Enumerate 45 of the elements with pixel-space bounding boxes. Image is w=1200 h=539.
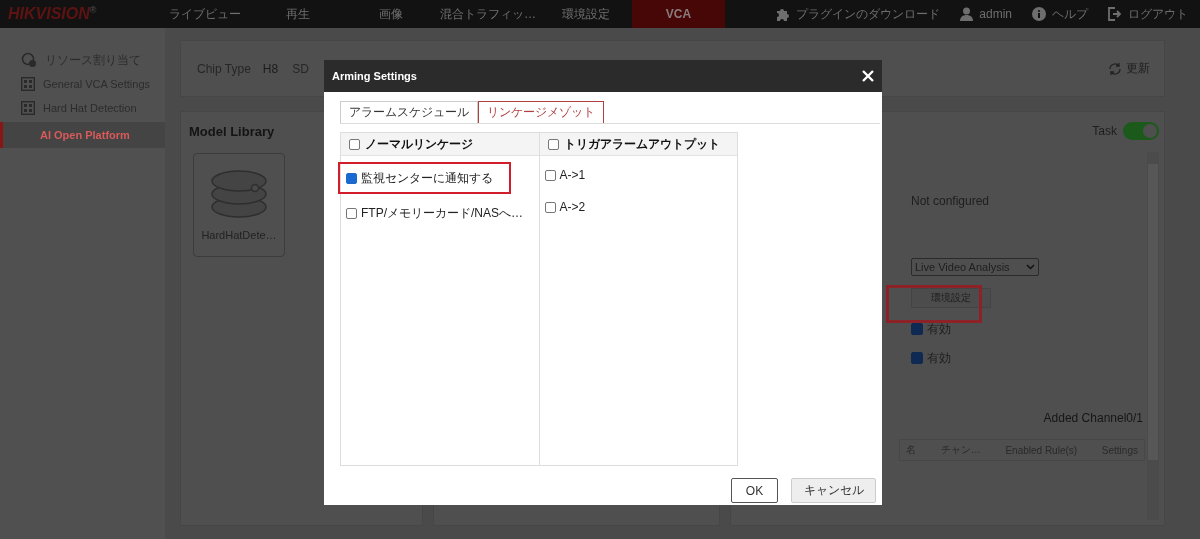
group-header[interactable]: トリガアラームアウトプット <box>539 133 737 156</box>
nav-tab[interactable]: 混合トラフィッ… <box>437 0 539 28</box>
channel-count: Added Channel0/1 <box>1043 411 1143 425</box>
dialog-tab[interactable]: リンケージメゾット <box>478 101 604 123</box>
dialog-tab[interactable]: アラームスケジュール <box>340 101 478 123</box>
checkbox[interactable] <box>544 201 556 213</box>
checkbox[interactable] <box>547 138 559 150</box>
panel-title: Model Library <box>189 124 276 139</box>
group-header[interactable]: ノーマルリンケージ <box>341 133 539 156</box>
info-icon <box>1032 7 1046 21</box>
checkbox[interactable] <box>544 169 556 181</box>
layers-icon <box>210 169 268 219</box>
close-icon[interactable] <box>862 70 874 82</box>
chevron-down-icon <box>1026 264 1035 270</box>
task-toggle[interactable] <box>1123 122 1159 140</box>
nav-tab[interactable]: 画像 <box>344 0 437 28</box>
dialog-title: Arming Settings <box>332 70 417 82</box>
resource-icon <box>21 52 37 68</box>
ok-button[interactable]: OK <box>731 478 778 503</box>
checkbox[interactable] <box>349 138 360 150</box>
nav-tab[interactable]: VCA <box>632 0 725 28</box>
checkbox[interactable] <box>346 207 357 219</box>
checkbox[interactable] <box>911 352 923 364</box>
cancel-button[interactable]: キャンセル <box>791 478 876 503</box>
option-checkbox[interactable]: FTP/メモリーカード/NASへ… <box>338 200 527 226</box>
checkbox[interactable] <box>346 172 357 184</box>
checkbox[interactable] <box>911 323 923 335</box>
nav-link[interactable]: admin <box>960 5 1012 23</box>
refresh-icon <box>1108 61 1122 76</box>
option-checkbox[interactable]: A->2 <box>536 194 590 220</box>
nav-link[interactable]: ログアウト <box>1108 5 1188 23</box>
nav-tab[interactable]: 再生 <box>251 0 344 28</box>
sidebar-item[interactable]: AI Open Platform <box>0 122 165 148</box>
option-checkbox[interactable]: A->1 <box>536 162 590 188</box>
brand-logo: HIKVISION$^{®}$ <box>7 5 98 23</box>
logout-icon <box>1108 7 1122 21</box>
nav-link[interactable]: プラグインのダウンロード <box>776 5 941 23</box>
option-checkbox[interactable]: 監視センターに通知する <box>338 162 511 194</box>
nav-link[interactable]: ヘルプ <box>1032 5 1088 23</box>
grid-icon <box>21 101 35 115</box>
nav-tab[interactable]: 環境設定 <box>539 0 632 28</box>
nav-tab[interactable]: ライブビュー <box>158 0 251 28</box>
grid-icon <box>21 77 35 91</box>
user-icon <box>960 7 974 21</box>
puzzle-icon <box>776 7 791 21</box>
